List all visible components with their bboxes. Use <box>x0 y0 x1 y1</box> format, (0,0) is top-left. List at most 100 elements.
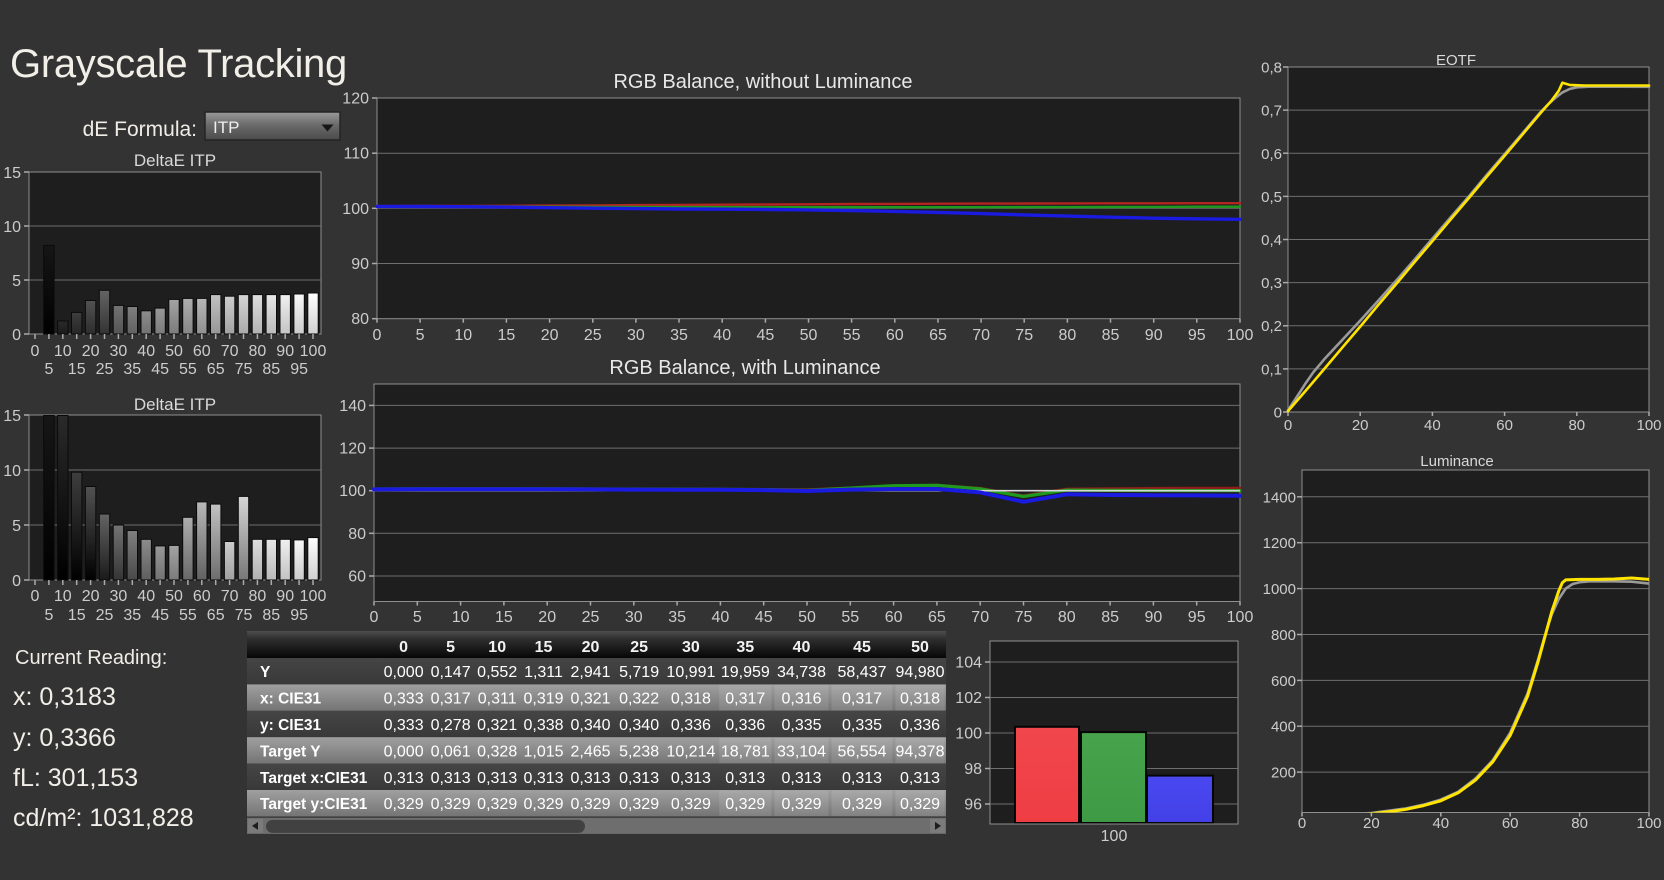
svg-text:0,329: 0,329 <box>781 796 821 813</box>
svg-text:15: 15 <box>68 361 86 378</box>
svg-text:10,991: 10,991 <box>666 664 715 681</box>
svg-text:45: 45 <box>151 361 169 378</box>
svg-text:0: 0 <box>1298 815 1306 832</box>
svg-text:0,318: 0,318 <box>900 691 940 708</box>
svg-text:0,329: 0,329 <box>431 796 471 813</box>
svg-text:0,4: 0,4 <box>1261 232 1282 249</box>
svg-text:5: 5 <box>44 361 53 378</box>
svg-text:0,061: 0,061 <box>431 743 471 760</box>
svg-text:15: 15 <box>68 607 86 624</box>
svg-text:100: 100 <box>1636 417 1661 434</box>
svg-text:60: 60 <box>193 343 211 360</box>
svg-text:0,313: 0,313 <box>477 770 517 787</box>
svg-text:80: 80 <box>1571 815 1588 832</box>
svg-text:Grayscale Tracking: Grayscale Tracking <box>10 42 347 86</box>
svg-text:100: 100 <box>339 483 366 500</box>
svg-text:5,719: 5,719 <box>619 664 659 681</box>
svg-text:15: 15 <box>3 408 21 425</box>
svg-text:0,313: 0,313 <box>570 770 610 787</box>
svg-text:18,781: 18,781 <box>721 743 770 760</box>
svg-text:90: 90 <box>351 256 369 273</box>
svg-text:94,980: 94,980 <box>896 664 945 681</box>
svg-text:600: 600 <box>1271 673 1296 690</box>
svg-text:0,313: 0,313 <box>384 770 424 787</box>
svg-text:0,311: 0,311 <box>478 691 517 708</box>
svg-text:65: 65 <box>207 361 225 378</box>
svg-text:0,321: 0,321 <box>570 691 610 708</box>
svg-text:15: 15 <box>535 639 553 656</box>
svg-text:0: 0 <box>370 609 379 626</box>
svg-text:0,321: 0,321 <box>477 717 517 734</box>
svg-text:35: 35 <box>123 361 141 378</box>
svg-text:45: 45 <box>853 639 871 656</box>
svg-text:0,329: 0,329 <box>384 796 424 813</box>
svg-text:y: CIE31: y: CIE31 <box>260 717 322 734</box>
svg-text:100: 100 <box>955 726 982 743</box>
svg-text:0,333: 0,333 <box>384 717 424 734</box>
svg-text:0,336: 0,336 <box>900 717 940 734</box>
svg-text:0,317: 0,317 <box>431 691 471 708</box>
svg-text:95: 95 <box>290 361 308 378</box>
svg-text:10: 10 <box>3 463 21 480</box>
svg-text:0,313: 0,313 <box>523 770 563 787</box>
svg-text:50: 50 <box>165 588 183 605</box>
svg-text:30: 30 <box>682 639 700 656</box>
svg-text:33,104: 33,104 <box>777 743 826 760</box>
svg-text:EOTF: EOTF <box>1436 52 1476 69</box>
svg-text:0,336: 0,336 <box>671 717 711 734</box>
svg-text:85: 85 <box>262 361 280 378</box>
svg-text:1200: 1200 <box>1263 535 1296 552</box>
svg-text:110: 110 <box>343 146 369 163</box>
svg-text:0,335: 0,335 <box>842 717 882 734</box>
svg-text:50: 50 <box>800 327 818 344</box>
svg-text:0,329: 0,329 <box>671 796 711 813</box>
svg-text:0,000: 0,000 <box>384 743 424 760</box>
svg-text:102: 102 <box>955 690 982 707</box>
svg-text:x: CIE31: x: CIE31 <box>260 691 322 708</box>
svg-text:1,015: 1,015 <box>523 743 563 760</box>
svg-text:90: 90 <box>1145 327 1163 344</box>
svg-text:104: 104 <box>955 655 982 672</box>
svg-text:0,6: 0,6 <box>1261 146 1282 163</box>
svg-text:19,959: 19,959 <box>721 664 770 681</box>
svg-text:0,5: 0,5 <box>1261 189 1282 206</box>
svg-text:20: 20 <box>82 343 100 360</box>
svg-text:10: 10 <box>54 343 72 360</box>
svg-text:0,336: 0,336 <box>725 717 765 734</box>
svg-text:20: 20 <box>538 609 556 626</box>
svg-text:100: 100 <box>1227 609 1254 626</box>
svg-text:10: 10 <box>454 327 472 344</box>
svg-text:75: 75 <box>235 361 253 378</box>
svg-text:60: 60 <box>886 327 904 344</box>
svg-text:0,313: 0,313 <box>900 770 940 787</box>
svg-text:y: 0,3366: y: 0,3366 <box>13 724 116 752</box>
svg-text:0,329: 0,329 <box>619 796 659 813</box>
svg-text:0,313: 0,313 <box>619 770 659 787</box>
svg-text:40: 40 <box>1424 417 1441 434</box>
svg-text:0,340: 0,340 <box>619 717 659 734</box>
svg-text:cd/m²: 1031,828: cd/m²: 1031,828 <box>13 804 194 832</box>
svg-text:100: 100 <box>300 343 327 360</box>
svg-text:DeltaE ITP: DeltaE ITP <box>134 395 216 414</box>
svg-text:70: 70 <box>972 327 990 344</box>
svg-text:Y: Y <box>260 664 271 681</box>
svg-text:35: 35 <box>668 609 686 626</box>
svg-text:10: 10 <box>3 219 21 236</box>
svg-text:45: 45 <box>757 327 775 344</box>
svg-text:0,3: 0,3 <box>1261 275 1282 292</box>
svg-text:0,313: 0,313 <box>431 770 471 787</box>
svg-text:100: 100 <box>1101 828 1128 845</box>
svg-text:0,313: 0,313 <box>725 770 765 787</box>
svg-text:400: 400 <box>1271 719 1296 736</box>
svg-text:fL: 301,153: fL: 301,153 <box>13 764 138 792</box>
svg-text:0,278: 0,278 <box>431 717 471 734</box>
svg-text:40: 40 <box>712 609 730 626</box>
svg-text:0,333: 0,333 <box>384 691 424 708</box>
svg-text:0,317: 0,317 <box>842 691 882 708</box>
svg-text:90: 90 <box>276 343 294 360</box>
svg-text:75: 75 <box>235 607 253 624</box>
svg-text:50: 50 <box>798 609 816 626</box>
svg-text:20: 20 <box>541 327 559 344</box>
svg-text:1,311: 1,311 <box>524 664 563 681</box>
svg-text:5: 5 <box>416 327 425 344</box>
